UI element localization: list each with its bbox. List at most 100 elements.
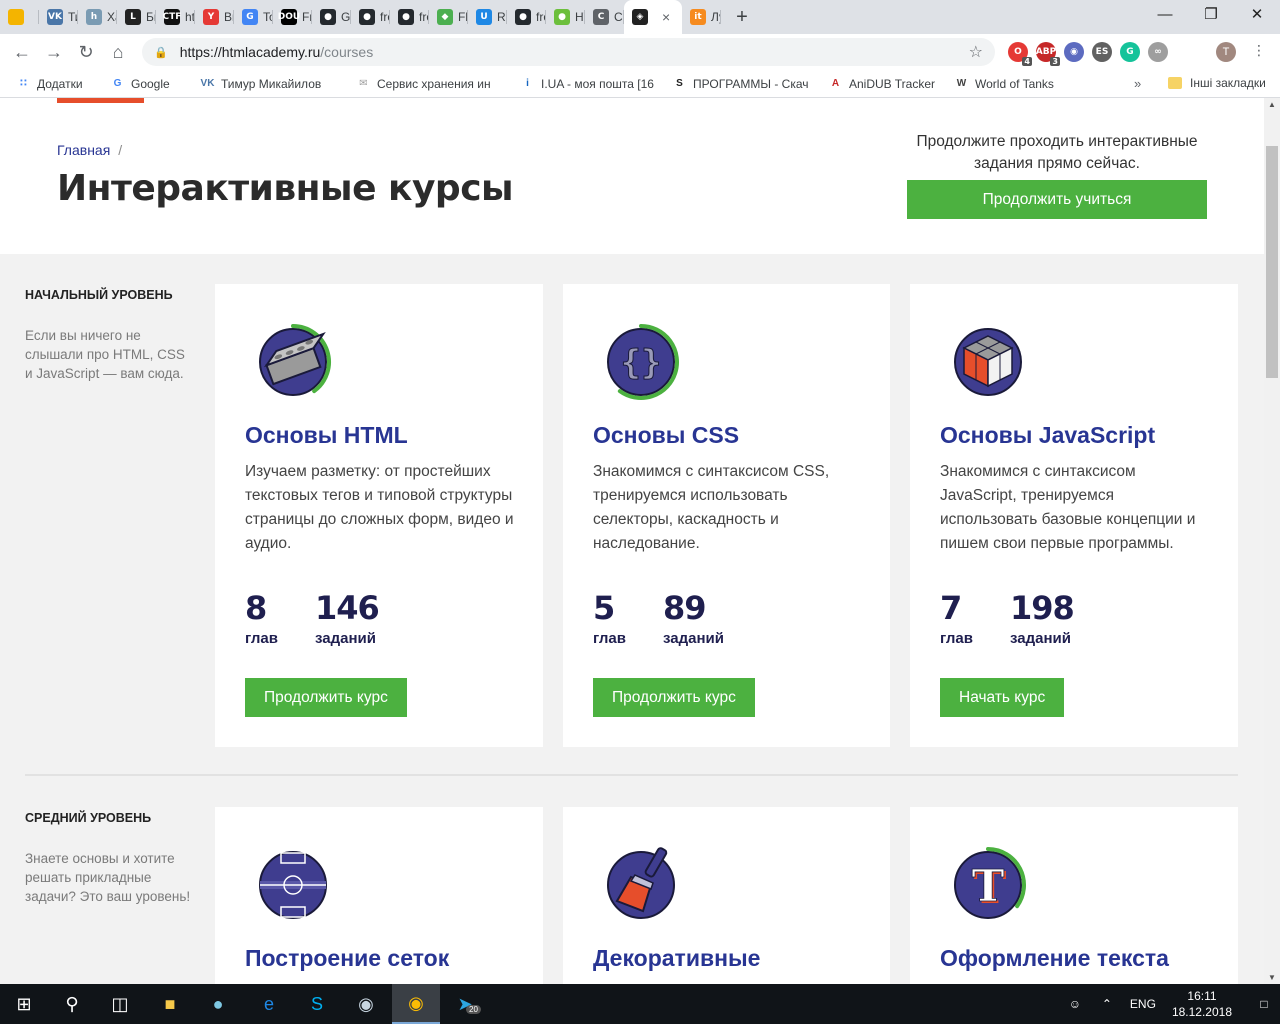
bookmark-item[interactable]: W World of Tanks xyxy=(954,76,1064,91)
file-explorer-icon[interactable]: ■ xyxy=(146,984,194,1024)
continue-course-button[interactable]: Продолжить курс xyxy=(245,678,407,717)
bookmark-item[interactable]: G Google xyxy=(110,76,186,91)
tab[interactable]: CTF http xyxy=(156,0,195,34)
owl-ext-icon[interactable]: ◉ xyxy=(1064,42,1084,62)
bookmarks-overflow-icon[interactable]: » xyxy=(1134,76,1141,91)
tab-active[interactable]: ◈ × xyxy=(624,0,682,34)
tab[interactable] xyxy=(0,0,39,34)
football-field-icon xyxy=(259,851,327,919)
tab[interactable]: DOUFree xyxy=(273,0,312,34)
page-content: Главная / Интерактивные курсы Продолжите … xyxy=(0,98,1264,984)
media-app-icon[interactable]: ● xyxy=(194,984,242,1024)
course-title[interactable]: Декоративные xyxy=(593,945,760,972)
course-card-js[interactable]: Основы JavaScript Знакомимся с синтаксис… xyxy=(910,284,1238,747)
language-indicator[interactable]: ENG xyxy=(1122,997,1164,1011)
home-icon[interactable]: ⌂ xyxy=(102,42,134,63)
extension-badge: 4 xyxy=(1022,57,1032,66)
new-tab-icon[interactable]: + xyxy=(727,6,757,29)
search-icon[interactable]: ⚲ xyxy=(48,984,96,1024)
bookmark-item[interactable]: S ПРОГРАММЫ - Скач xyxy=(672,76,814,91)
course-title[interactable]: Построение сеток xyxy=(245,945,449,972)
notifications-icon[interactable]: □ xyxy=(1248,997,1280,1011)
tab[interactable]: L Быс xyxy=(117,0,156,34)
windows-taskbar: ⊞ ⚲ ◫ ■ ● e S ◉ ◉ ➤ 20 ☺ ⌃ ENG 16:11 18.1… xyxy=(0,984,1280,1024)
windows-start-icon[interactable]: ⊞ xyxy=(0,984,48,1024)
profile-avatar[interactable]: T xyxy=(1216,42,1236,62)
bookmark-star-icon[interactable]: ☆ xyxy=(969,42,983,62)
cta-text: Продолжите проходить интерактивные задан… xyxy=(916,133,1198,172)
course-title[interactable]: Основы JavaScript xyxy=(940,422,1155,449)
breadcrumb-home-link[interactable]: Главная xyxy=(57,142,110,158)
tray-chevron-icon[interactable]: ⌃ xyxy=(1092,997,1122,1011)
scroll-thumb[interactable] xyxy=(1266,146,1278,378)
course-title[interactable]: Оформление текста xyxy=(940,945,1169,972)
skype-icon[interactable]: S xyxy=(293,984,341,1024)
chrome-icon[interactable]: ◉ xyxy=(392,984,440,1024)
reload-icon[interactable]: ↻ xyxy=(70,42,102,63)
tab[interactable]: ◆ Flex xyxy=(429,0,468,34)
menu-icon[interactable]: ⋮ xyxy=(1252,42,1266,59)
tab-favicon-icon: ● xyxy=(320,9,336,25)
course-description: Изучаем разметку: от простейших текстовы… xyxy=(245,463,514,552)
tab[interactable]: G Tow xyxy=(234,0,273,34)
tab[interactable]: ● fror xyxy=(390,0,429,34)
tab-title: Res xyxy=(497,10,507,24)
bookmark-item[interactable]: VK Тимур Микайилов xyxy=(200,76,342,91)
scroll-up-icon[interactable]: ▲ xyxy=(1264,100,1280,109)
continue-learning-button[interactable]: Продолжить учиться xyxy=(907,180,1207,219)
tab[interactable]: it Луч xyxy=(682,0,721,34)
minimize-icon[interactable]: — xyxy=(1142,0,1188,34)
tab[interactable]: Y Вне xyxy=(195,0,234,34)
steam-icon[interactable]: ◉ xyxy=(342,984,390,1024)
tab[interactable]: C Cor xyxy=(585,0,624,34)
tab[interactable]: U Res xyxy=(468,0,507,34)
page-scrollbar[interactable]: ▲ ▼ xyxy=(1264,98,1280,984)
course-card-text[interactable]: T T Оформление текста xyxy=(910,807,1238,984)
tab[interactable]: ● HTT xyxy=(546,0,585,34)
tab[interactable]: ● fror xyxy=(351,0,390,34)
tab[interactable]: ● Git xyxy=(312,0,351,34)
svg-text:{}: {} xyxy=(621,343,662,383)
tab-title: Cor xyxy=(614,10,624,24)
es-ext-icon[interactable]: ES xyxy=(1092,42,1112,62)
back-icon[interactable]: ← xyxy=(6,42,38,63)
close-window-icon[interactable]: ✕ xyxy=(1234,0,1280,34)
breadcrumb: Главная / xyxy=(57,142,122,158)
tab[interactable]: ● fror xyxy=(507,0,546,34)
bookmark-item[interactable]: A AniDUB Tracker xyxy=(828,76,940,91)
bookmark-item[interactable]: ∷ Додатки xyxy=(16,76,96,91)
course-card-decorative[interactable]: Декоративные xyxy=(563,807,890,984)
close-tab-icon[interactable]: × xyxy=(662,9,670,25)
window-controls: — ❐ ✕ xyxy=(1142,0,1280,34)
edge-icon[interactable]: e xyxy=(245,984,293,1024)
forward-icon[interactable]: → xyxy=(38,42,70,63)
scroll-down-icon[interactable]: ▼ xyxy=(1264,973,1280,982)
course-title[interactable]: Основы CSS xyxy=(593,422,739,449)
bookmark-item[interactable]: i I.UA - моя пошта [16 xyxy=(520,76,658,91)
tab[interactable]: VK Тим xyxy=(39,0,78,34)
people-icon[interactable]: ☺ xyxy=(1058,997,1092,1011)
opera-ext-icon[interactable]: O4 xyxy=(1008,42,1032,66)
maximize-icon[interactable]: ❐ xyxy=(1188,0,1234,34)
address-bar[interactable]: 🔒 https://htmlacademy.ru/courses ☆ xyxy=(142,38,995,66)
tab[interactable]: h Хаб xyxy=(78,0,117,34)
course-card-grids[interactable]: Построение сеток xyxy=(215,807,543,984)
tab-title: fror xyxy=(380,10,390,24)
bookmark-item[interactable]: ✉ Сервис хранения ин xyxy=(356,76,506,91)
course-title[interactable]: Основы HTML xyxy=(245,422,408,449)
lock-icon[interactable]: 🔒 xyxy=(154,46,168,59)
adblock-ext-icon[interactable]: ABP 3 xyxy=(1036,42,1060,66)
tab-favicon-icon: DOU xyxy=(278,9,300,25)
course-card-css[interactable]: {} Основы CSS Знакомимся с синтаксисом C… xyxy=(563,284,890,747)
continue-course-button[interactable]: Продолжить курс xyxy=(593,678,755,717)
bookmark-favicon-icon: S xyxy=(676,78,683,89)
other-bookmarks[interactable]: Інші закладки xyxy=(1168,76,1266,90)
course-card-html[interactable]: Основы HTML Изучаем разметку: от простей… xyxy=(215,284,543,747)
task-view-icon[interactable]: ◫ xyxy=(96,984,144,1024)
telegram-icon[interactable]: ➤ 20 xyxy=(441,984,489,1024)
chapters-stat: 5 глав xyxy=(593,590,626,647)
link-ext-icon[interactable]: ∞ xyxy=(1148,42,1168,62)
grammarly-ext-icon[interactable]: G xyxy=(1120,42,1140,62)
start-course-button[interactable]: Начать курс xyxy=(940,678,1065,717)
clock[interactable]: 16:11 18.12.2018 xyxy=(1172,988,1232,1020)
